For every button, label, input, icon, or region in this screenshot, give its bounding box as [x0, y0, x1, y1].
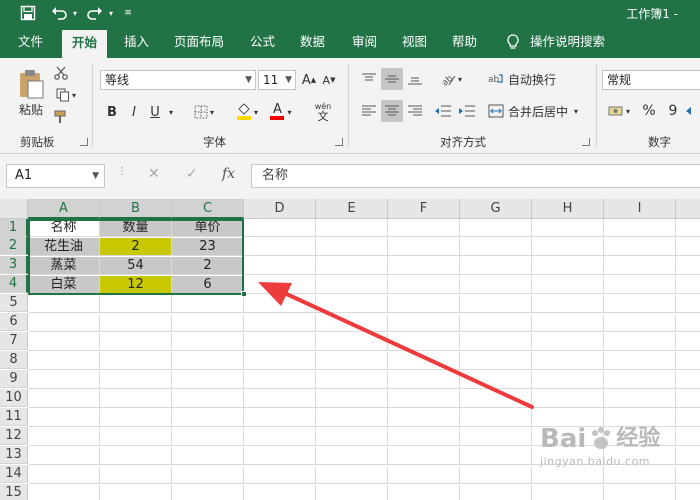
watermark-brand-cn: 经验 [616, 426, 661, 451]
watermark-url: jingyan.baidu.com [540, 455, 651, 468]
paw-logo-icon [592, 427, 611, 449]
baidu-watermark: Bai 经验 jingyan.baidu.com [540, 425, 660, 468]
watermark-brand: Bai [540, 424, 587, 454]
